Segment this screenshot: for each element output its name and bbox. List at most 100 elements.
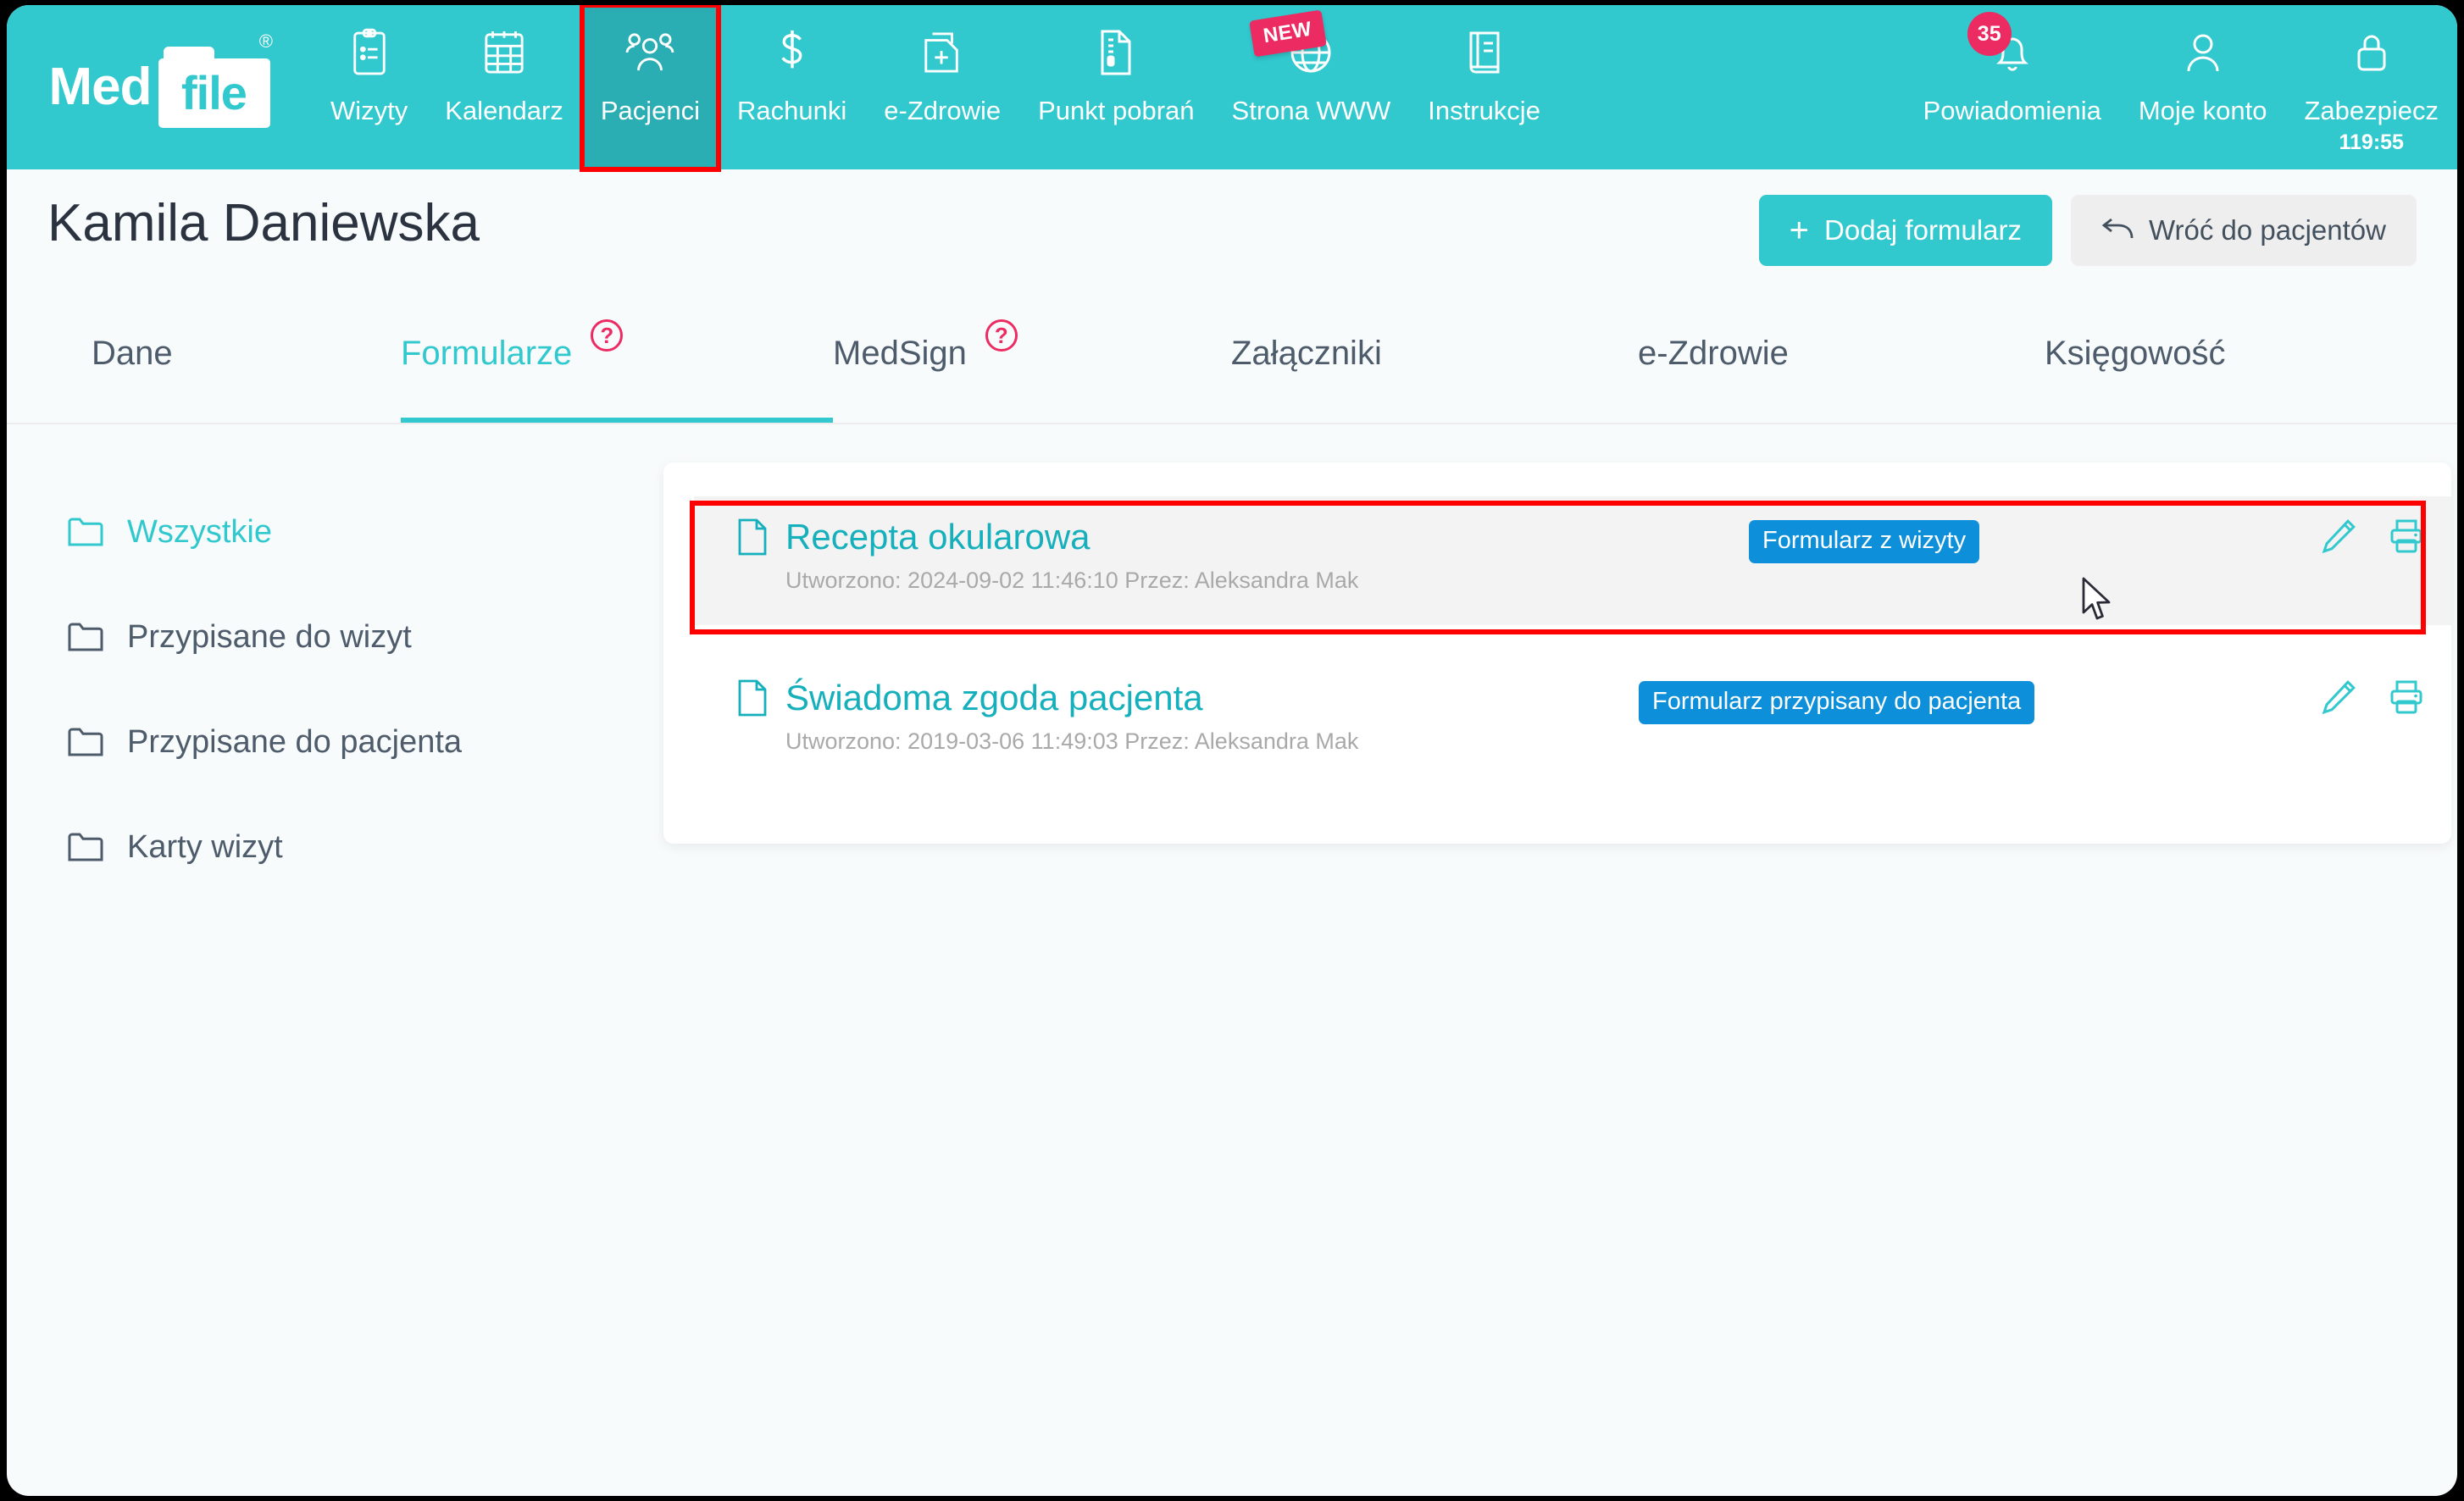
nav-label: Pacjenci: [600, 96, 701, 125]
nav-items-group: Wizyty Kalendarz Pacjenci Rachunki e-Zdr…: [312, 5, 2457, 172]
forms-folder-sidebar: Wszystkie Przypisane do wizyt Przypisane…: [68, 479, 610, 900]
clipboard-icon: [350, 20, 389, 85]
print-icon[interactable]: [2387, 517, 2426, 556]
nav-label: Punkt pobrań: [1038, 96, 1195, 125]
nav-item-e-zdrowie[interactable]: e-Zdrowie: [865, 5, 1019, 169]
nav-label: Powiadomienia: [1923, 96, 2101, 125]
form-row-main: Recepta okularowa Utworzono: 2024-09-02 …: [738, 517, 1358, 594]
brand-word-med: Med: [48, 58, 153, 116]
nav-label: Rachunki: [737, 96, 847, 125]
back-to-patients-button[interactable]: Wróć do pacjentów: [2070, 195, 2417, 266]
tab-zalaczniki[interactable]: Załączniki: [1231, 306, 1638, 423]
nav-item-punkt-pobran[interactable]: Punkt pobrań: [1019, 5, 1213, 169]
nav-label: Strona WWW: [1231, 96, 1391, 125]
folder-icon: [68, 518, 103, 546]
sidebar-item-przypisane-do-pacjenta[interactable]: Przypisane do pacjenta: [68, 690, 610, 795]
form-title-line: Recepta okularowa: [738, 517, 1358, 557]
folder-logo-icon: file: [158, 47, 270, 128]
nav-item-kalendarz[interactable]: Kalendarz: [426, 5, 582, 169]
globe-icon: NEW: [1249, 9, 1333, 85]
back-arrow-icon: [2101, 214, 2134, 246]
form-meta: Utworzono: 2024-09-02 11:46:10 Przez: Al…: [785, 568, 1359, 593]
nav-label: e-Zdrowie: [884, 96, 1002, 125]
status-badge: Formularz z wizyty: [1749, 520, 1980, 563]
nav-item-wizyty[interactable]: Wizyty: [312, 5, 426, 169]
table-row[interactable]: Recepta okularowa Utworzono: 2024-09-02 …: [694, 496, 2451, 625]
tab-label: Dane: [92, 335, 173, 372]
tab-label: MedSign: [833, 335, 967, 372]
nav-item-strona-www[interactable]: NEW Strona WWW: [1213, 5, 1410, 169]
calendar-icon: [483, 20, 525, 85]
header-actions: + Dodaj formularz Wróć do pacjentów: [1758, 195, 2417, 266]
medfile-logo[interactable]: Med file ®: [7, 5, 312, 169]
sidebar-item-przypisane-do-wizyt[interactable]: Przypisane do wizyt: [68, 584, 610, 690]
form-title-link[interactable]: Recepta okularowa: [785, 517, 1090, 557]
nav-label: Instrukcje: [1428, 96, 1540, 125]
sidebar-item-label: Przypisane do pacjenta: [127, 723, 463, 760]
document-icon: [738, 518, 767, 556]
tab-e-zdrowie[interactable]: e-Zdrowie: [1638, 306, 2045, 423]
tab-label: e-Zdrowie: [1638, 335, 1789, 372]
patient-tabs: Dane Formularze ? MedSign ? Załączniki e…: [7, 306, 2457, 424]
tab-label: Załączniki: [1231, 335, 1382, 372]
sidebar-item-karty-wizyt[interactable]: Karty wizyt: [68, 795, 610, 900]
print-icon[interactable]: [2387, 678, 2426, 717]
add-form-button[interactable]: + Dodaj formularz: [1758, 195, 2052, 266]
form-row-actions: [2319, 678, 2426, 717]
edit-pencil-icon[interactable]: [2319, 517, 2358, 556]
brand-text: Med file: [49, 47, 270, 128]
notification-count-badge: 35: [1967, 12, 2012, 56]
form-row-main: Świadoma zgoda pacjenta Utworzono: 2019-…: [738, 678, 1358, 755]
nav-item-rachunki[interactable]: Rachunki: [719, 5, 865, 169]
back-label: Wróć do pacjentów: [2148, 214, 2386, 246]
nav-label: Moje konto: [2138, 96, 2267, 125]
top-navigation-bar: Med file ® Wizyty Kalendarz Pacjenci Rac…: [7, 5, 2457, 172]
medical-documents-icon: [921, 20, 963, 85]
nav-item-pacjenci[interactable]: Pacjenci: [579, 5, 722, 172]
sidebar-item-label: Karty wizyt: [127, 828, 283, 865]
page-title: Kamila Daniewska: [47, 194, 480, 252]
nav-item-zabezpiecz[interactable]: Zabezpiecz 119:55: [2285, 5, 2457, 169]
book-icon: [1464, 20, 1505, 85]
folder-icon: [68, 728, 103, 756]
tab-ksiegowosc[interactable]: Księgowość: [2045, 306, 2225, 423]
registered-mark: ®: [258, 30, 273, 52]
user-icon: [2182, 20, 2224, 85]
add-form-label: Dodaj formularz: [1824, 214, 2022, 246]
tab-label: Formularze: [401, 335, 573, 372]
nav-item-moje-konto[interactable]: Moje konto: [2120, 5, 2286, 169]
plus-icon: +: [1789, 212, 1810, 249]
session-timer: 119:55: [2339, 130, 2404, 155]
help-icon[interactable]: ?: [591, 319, 624, 352]
document-icon: [738, 679, 767, 717]
nav-item-powiadomienia[interactable]: 35 Powiadomienia: [1905, 5, 2120, 169]
tab-label: Księgowość: [2045, 335, 2226, 372]
form-title-link[interactable]: Świadoma zgoda pacjenta: [785, 678, 1203, 718]
table-row[interactable]: Świadoma zgoda pacjenta Utworzono: 2019-…: [694, 657, 2451, 786]
lab-document-icon: [1097, 20, 1135, 85]
nav-label: Zabezpiecz: [2304, 96, 2439, 125]
status-badge: Formularz przypisany do pacjenta: [1639, 681, 2035, 724]
folder-icon: [68, 833, 103, 861]
tab-medsign[interactable]: MedSign ?: [833, 306, 1231, 423]
nav-label: Kalendarz: [445, 96, 563, 125]
form-row-actions: [2319, 517, 2426, 556]
tab-formularze[interactable]: Formularze ?: [401, 306, 833, 423]
page-header: Kamila Daniewska + Dodaj formularz Wróć …: [7, 169, 2457, 296]
dollar-icon: [775, 20, 809, 85]
app-window: Med file ® Wizyty Kalendarz Pacjenci Rac…: [7, 5, 2457, 1496]
lock-icon: [2352, 20, 2391, 85]
sidebar-item-label: Wszystkie: [127, 513, 272, 550]
nav-label: Wizyty: [330, 96, 408, 125]
tab-dane[interactable]: Dane: [92, 306, 401, 423]
form-title-line: Świadoma zgoda pacjenta: [738, 678, 1358, 718]
forms-list-card: Recepta okularowa Utworzono: 2024-09-02 …: [663, 462, 2451, 844]
sidebar-item-wszystkie[interactable]: Wszystkie: [68, 479, 610, 584]
users-icon: [625, 20, 674, 85]
brand-word-file: file: [181, 66, 247, 119]
bell-icon: 35: [1967, 12, 2034, 85]
help-icon[interactable]: ?: [985, 319, 1018, 352]
edit-pencil-icon[interactable]: [2319, 678, 2358, 717]
nav-item-instrukcje[interactable]: Instrukcje: [1409, 5, 1559, 169]
